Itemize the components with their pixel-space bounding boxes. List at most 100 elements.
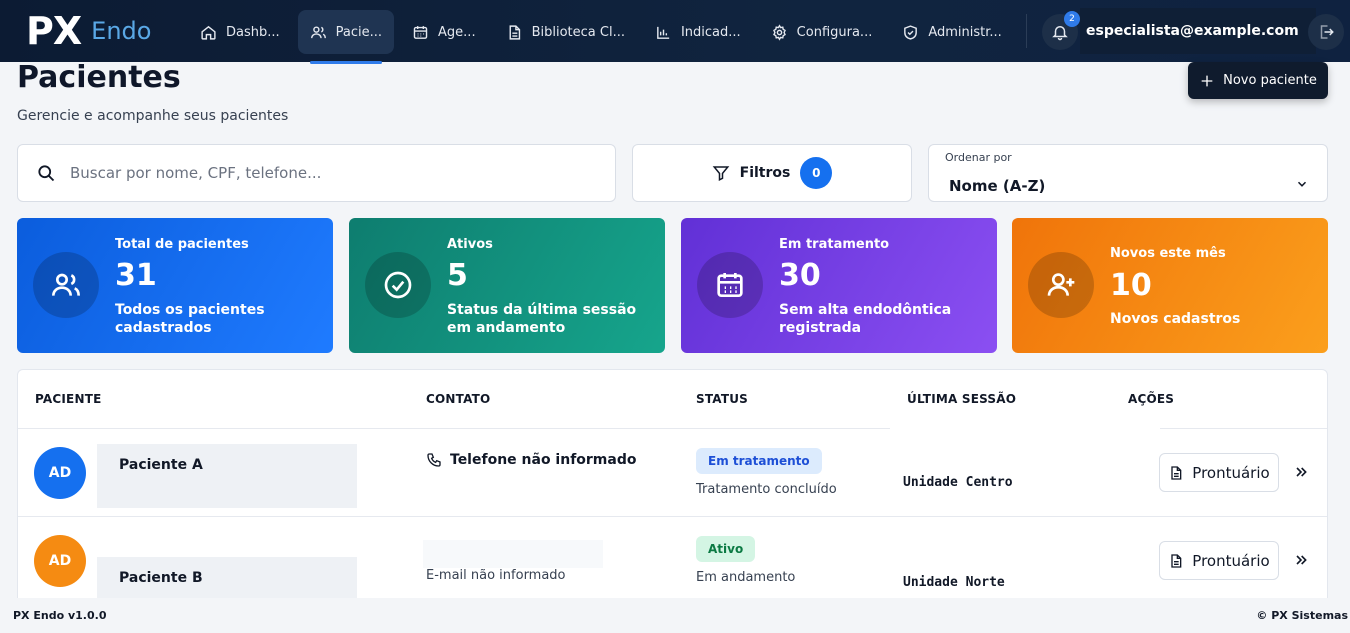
stat-description: Novos cadastros <box>1110 311 1241 327</box>
column-header-actions: AÇÕES <box>1128 392 1175 406</box>
users-icon <box>310 25 326 38</box>
stat-icon-wrap <box>365 252 431 318</box>
medical-record-button[interactable]: Prontuário <box>1159 541 1279 580</box>
calendar-icon <box>717 273 743 297</box>
new-patient-button[interactable]: Novo paciente <box>1188 62 1328 99</box>
patient-name-cell[interactable]: Paciente A <box>97 444 357 508</box>
logo-main: PX <box>26 9 82 53</box>
search-box <box>17 144 616 202</box>
nav-item-indicators[interactable]: Indicad... <box>643 10 753 54</box>
nav-label: Administr... <box>928 24 1002 40</box>
sort-value: Nome (A-Z) <box>949 177 1046 195</box>
filters-button[interactable]: Filtros 0 <box>632 144 912 202</box>
users-icon <box>52 273 80 296</box>
nav-divider <box>1026 14 1027 48</box>
nav-item-settings[interactable]: Configura... <box>759 10 885 54</box>
contact-mask <box>423 540 603 568</box>
chart-icon <box>657 26 670 39</box>
main-nav: Dashb... Pacie... Age... Biblioteca Cl..… <box>188 10 1014 64</box>
medical-record-label: Prontuário <box>1192 463 1270 482</box>
gear-icon <box>772 23 786 41</box>
stat-title: Novos este mês <box>1110 246 1226 261</box>
contact-email: E-mail não informado <box>426 568 566 583</box>
stat-value: 31 <box>115 258 157 293</box>
column-header-contact[interactable]: CONTATO <box>426 392 490 406</box>
last-session-unit: Unidade Centro <box>903 475 1013 490</box>
column-header-last-session[interactable]: ÚLTIMA SESSÃO <box>907 392 1016 406</box>
logout-button[interactable] <box>1308 14 1344 50</box>
nav-item-admin[interactable]: Administr... <box>890 10 1013 54</box>
filters-count-badge: 0 <box>800 157 833 189</box>
footer-copyright: © PX Sistemas <box>1256 609 1348 622</box>
app-logo[interactable]: PX Endo <box>26 12 151 50</box>
avatar: AD <box>34 535 86 587</box>
stat-title: Total de pacientes <box>115 237 249 252</box>
stat-description: Todos os pacientes cadastrados <box>115 302 265 336</box>
shield-icon <box>904 24 918 40</box>
notification-badge: 2 <box>1064 11 1080 27</box>
patient-name: Paciente B <box>119 570 203 586</box>
calendar-icon <box>413 25 428 39</box>
new-patient-label: Novo paciente <box>1223 73 1317 88</box>
nav-item-dashboard[interactable]: Dashb... <box>188 10 292 54</box>
document-icon <box>1171 553 1182 568</box>
stat-description: Status da última sessão em andamento <box>447 302 637 336</box>
status-badge: Ativo <box>696 536 756 562</box>
user-plus-icon <box>1047 273 1075 296</box>
top-navigation-bar: PX Endo Dashb... Pacie... Age... Bibliot… <box>0 0 1350 64</box>
stat-value: 10 <box>1110 268 1152 303</box>
medical-record-label: Prontuário <box>1192 551 1270 570</box>
filters-label: Filtros <box>739 165 791 181</box>
column-header-patient[interactable]: PACIENTE <box>35 392 101 406</box>
nav-item-schedule[interactable]: Age... <box>400 10 488 54</box>
home-icon <box>201 25 216 40</box>
footer: PX Endo v1.0.0 © PX Sistemas <box>0 598 1350 633</box>
contact-text: Telefone não informado <box>450 452 637 468</box>
status-detail: Em andamento <box>696 570 796 585</box>
nav-label: Dashb... <box>226 24 280 40</box>
nav-item-patients[interactable]: Pacie... <box>297 10 395 64</box>
search-input[interactable] <box>70 164 590 182</box>
footer-version: PX Endo v1.0.0 <box>13 609 107 622</box>
status-badge: Em tratamento <box>696 448 822 474</box>
stat-value: 30 <box>779 258 821 293</box>
row-expand-button[interactable] <box>1288 547 1314 573</box>
last-session-unit: Unidade Norte <box>903 575 1005 590</box>
nav-label: Biblioteca Cl... <box>531 24 625 40</box>
bell-icon <box>1052 26 1068 41</box>
nav-label: Age... <box>438 24 476 40</box>
stat-description: Sem alta endodôntica registrada <box>779 302 952 336</box>
chevrons-right-icon <box>1296 555 1307 565</box>
contact-phone: Telefone não informado <box>426 452 636 468</box>
stat-icon-wrap <box>697 252 763 318</box>
stat-card-active: Ativos 5 Status da última sessão em anda… <box>349 218 665 353</box>
row-expand-button[interactable] <box>1288 459 1314 485</box>
nav-item-library[interactable]: Biblioteca Cl... <box>494 10 637 54</box>
stat-card-in-treatment: Em tratamento 30 Sem alta endodôntica re… <box>681 218 997 353</box>
logo-sub: Endo <box>91 17 152 45</box>
column-header-status[interactable]: STATUS <box>696 392 748 406</box>
sort-label: Ordenar por <box>945 151 1012 164</box>
document-icon <box>1171 465 1182 480</box>
search-icon <box>38 165 55 182</box>
page-subtitle: Gerencie e acompanhe seus pacientes <box>17 108 289 124</box>
status-detail: Tratamento concluído <box>696 482 837 497</box>
notifications-button[interactable]: 2 <box>1042 11 1080 50</box>
stat-title: Em tratamento <box>779 237 890 252</box>
stat-card-total: Total de pacientes 31 Todos os pacientes… <box>17 218 333 353</box>
avatar: AD <box>34 447 86 499</box>
patients-table: PACIENTE CONTATO STATUS ÚLTIMA SESSÃO AÇ… <box>17 369 1328 609</box>
nav-label: Indicad... <box>680 24 741 40</box>
last-session-cell <box>890 428 1160 516</box>
user-email[interactable]: especialista@example.com <box>1080 8 1316 54</box>
medical-record-button[interactable]: Prontuário <box>1159 453 1279 492</box>
chevrons-right-icon <box>1296 467 1307 477</box>
sort-select[interactable]: Ordenar por Nome (A-Z) <box>928 144 1328 202</box>
nav-label: Pacie... <box>335 24 383 40</box>
logout-icon <box>1320 25 1334 39</box>
stat-icon-wrap <box>33 252 99 318</box>
nav-label: Configura... <box>796 24 873 40</box>
phone-icon <box>427 453 441 467</box>
stat-card-new-this-month: Novos este mês 10 Novos cadastros <box>1012 218 1328 353</box>
check-circle-icon <box>384 271 412 299</box>
